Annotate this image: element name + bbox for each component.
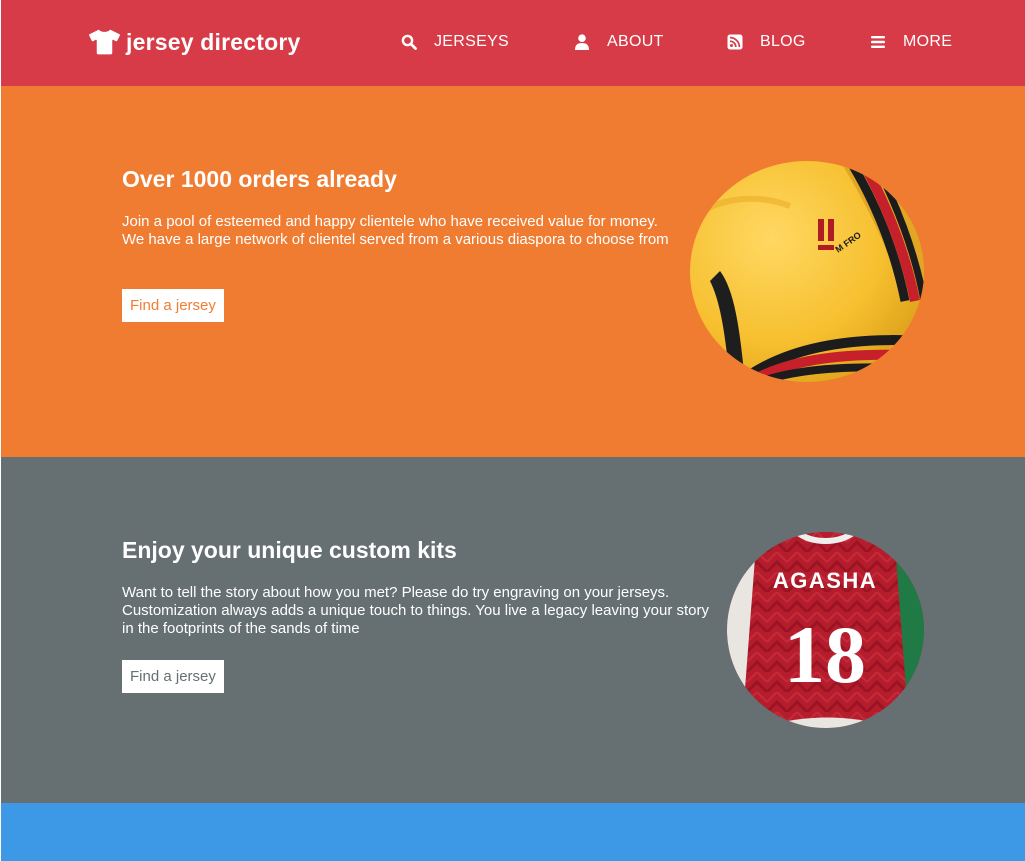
bars-icon: [871, 36, 885, 48]
section-text: Want to tell the story about how you met…: [122, 584, 710, 637]
search-icon: [401, 34, 417, 50]
nav-item-label: ABOUT: [607, 33, 664, 50]
section-text: Join a pool of esteemed and happy client…: [122, 213, 669, 248]
custom-kits-section: Enjoy your unique custom kits Want to te…: [1, 457, 1025, 803]
find-jersey-button[interactable]: Find a jersey: [122, 660, 224, 693]
nav-item-label: JERSEYS: [434, 33, 510, 50]
nav-item-jerseys[interactable]: JERSEYS: [401, 30, 509, 54]
nav-item-label: BLOG: [760, 33, 806, 50]
brand-link[interactable]: jersey directory: [89, 26, 301, 58]
red-jersey-image: AGASHA 18: [727, 532, 924, 728]
rss-icon: [727, 34, 743, 50]
nav-item-label: MORE: [903, 33, 953, 50]
jersey-number-text: 18: [784, 609, 866, 700]
blue-section: [1, 803, 1025, 861]
find-jersey-button[interactable]: Find a jersey: [122, 289, 224, 322]
brand-name: jersey directory: [126, 28, 301, 55]
section-heading: Over 1000 orders already: [122, 166, 397, 192]
nav-item-more[interactable]: MORE: [870, 30, 952, 54]
navbar: jersey directory JERSEYS ABOUT BLOG MORE: [1, 0, 1025, 86]
tshirt-icon: [89, 29, 120, 55]
yellow-jersey-image: M FRO: [690, 161, 924, 382]
jersey-name-text: AGASHA: [773, 568, 877, 593]
user-icon: [575, 34, 589, 50]
section-heading: Enjoy your unique custom kits: [122, 537, 457, 563]
nav-item-blog[interactable]: BLOG: [727, 30, 806, 54]
orders-section: Over 1000 orders already Join a pool of …: [1, 86, 1025, 457]
nav-item-about[interactable]: ABOUT: [574, 30, 664, 54]
